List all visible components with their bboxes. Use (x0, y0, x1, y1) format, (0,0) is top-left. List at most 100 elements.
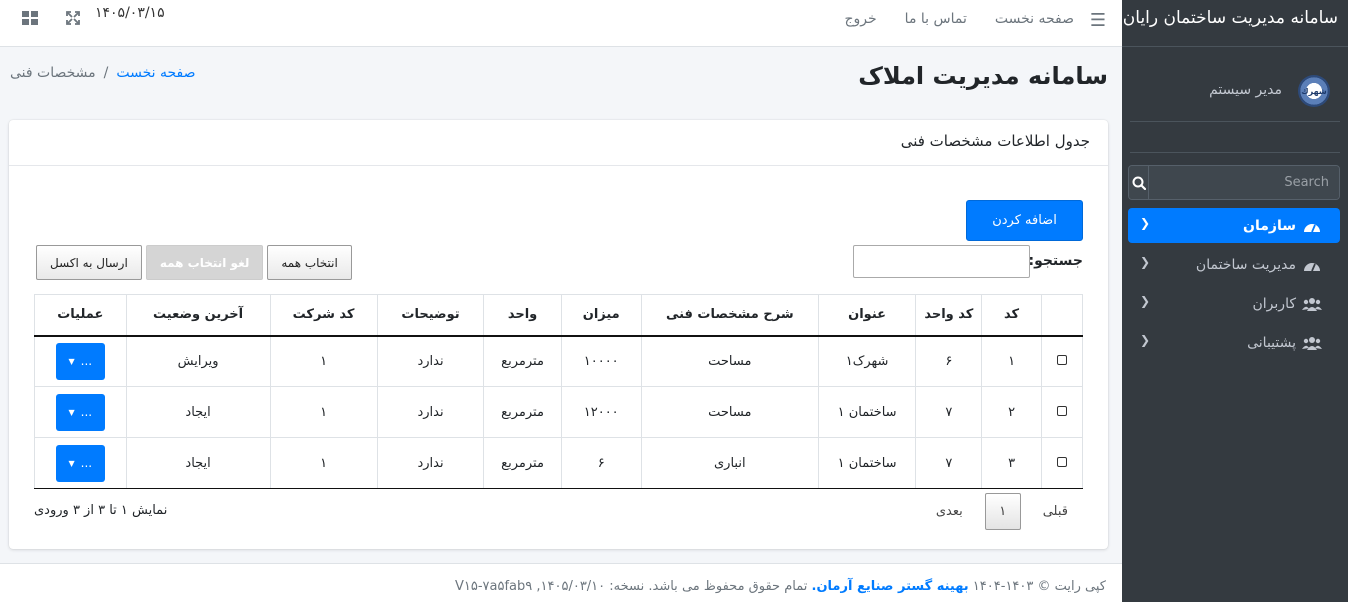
operations-dropdown-button[interactable]: ▼... (55, 342, 105, 380)
sidebar-search (1128, 165, 1340, 200)
cell-spec-desc: انباری (640, 437, 819, 489)
footer-company-link[interactable]: بهینه گستر صنایع آرمان. (812, 579, 969, 594)
col-header-unit[interactable]: واحد (483, 294, 562, 337)
sidebar-item-label: مدیریت ساختمان (1195, 256, 1296, 273)
brand-title[interactable]: سامانه مدیریت ساختمان رایان (1122, 0, 1348, 47)
users-icon (1302, 336, 1322, 350)
cell-operations: ▼... (34, 437, 127, 489)
cell-amount: ۶ (560, 437, 642, 489)
cell-operations: ▼... (34, 335, 127, 387)
avatar[interactable]: شهرك (1298, 75, 1330, 107)
pagination-next[interactable]: بعدی (936, 504, 963, 519)
chevron-left-icon: ❮ (1140, 255, 1151, 269)
cell-description: ندارد (376, 335, 485, 387)
sidebar-nav: سازمان ❮ مدیریت ساختمان ❮ کاربران ❮ پشتی… (1128, 208, 1340, 364)
deselect-all-button[interactable]: لغو انتخاب همه (145, 245, 264, 280)
table-row[interactable]: ۱ ۶ شهرک۱ مساحت ۱۰۰۰۰ مترمربع ندارد ۱ وی… (34, 335, 1084, 387)
cell-title: شهرک۱ (817, 335, 917, 387)
sidebar-item-building-management[interactable]: مدیریت ساختمان ❮ (1128, 247, 1340, 282)
tech-specs-card: جدول اطلاعات مشخصات فنی اضافه کردن جستجو… (9, 120, 1108, 549)
col-header-select (1040, 294, 1084, 337)
col-header-amount[interactable]: میزان (560, 294, 642, 337)
cell-last-status: ویرایش (125, 335, 271, 387)
cell-last-status: ایجاد (125, 437, 271, 489)
breadcrumb-home[interactable]: صفحه نخست (116, 65, 195, 81)
pagination-previous[interactable]: قبلی (1043, 504, 1068, 519)
pagination-page-1[interactable]: ۱ (984, 493, 1021, 530)
cell-title: ساختمان ۱ (817, 437, 917, 489)
breadcrumb-current: مشخصات فنی (10, 65, 96, 81)
sidebar-item-label: کاربران (1252, 295, 1296, 312)
operations-dropdown-button[interactable]: ▼... (55, 444, 105, 482)
row-checkbox[interactable] (1056, 405, 1067, 416)
top-navbar: ☰ صفحه نخست تماس با ما خروج ۱۴۰۵/۰۳/۱۵ (0, 0, 1122, 47)
cell-code: ۱ (981, 335, 1042, 387)
cell-last-status: ایجاد (125, 386, 271, 438)
cell-company-code: ۱ (269, 335, 378, 387)
sidebar-search-input[interactable] (1149, 166, 1339, 199)
apps-grid-icon[interactable] (22, 11, 38, 29)
cell-spec-desc: مساحت (640, 335, 819, 387)
row-checkbox[interactable] (1056, 354, 1067, 365)
menu-toggle-icon[interactable]: ☰ (1090, 10, 1106, 31)
breadcrumb: صفحه نخست / مشخصات فنی (10, 65, 196, 81)
nav-link-logout[interactable]: خروج (844, 11, 876, 27)
table-header-row: کد کد واحد عنوان شرح مشخصات فنی میزان وا… (34, 294, 1084, 337)
row-checkbox[interactable] (1056, 456, 1067, 467)
cell-company-code: ۱ (269, 386, 378, 438)
sidebar: سامانه مدیریت ساختمان رایان شهرك مدیر سی… (1122, 0, 1348, 602)
cell-unit: مترمربع (483, 386, 562, 438)
nav-link-contact[interactable]: تماس با ما (905, 11, 967, 27)
current-date: ۱۴۰۵/۰۳/۱۵ (95, 5, 165, 21)
operations-label: ... (80, 405, 93, 419)
table-row[interactable]: ۳ ۷ ساختمان ۱ انباری ۶ مترمربع ندارد ۱ ا… (34, 437, 1084, 489)
pagination: قبلی ۱ بعدی (936, 493, 1068, 530)
col-header-last-status[interactable]: آخرین وضعیت (125, 294, 271, 337)
cell-operations: ▼... (34, 386, 127, 438)
cell-unit-code: ۶ (915, 335, 983, 387)
caret-down-icon: ▼ (68, 458, 75, 468)
export-excel-button[interactable]: ارسال به اکسل (36, 245, 142, 280)
cell-unit: مترمربع (483, 335, 562, 387)
row-checkbox-cell (1040, 335, 1084, 387)
cell-code: ۲ (981, 386, 1042, 438)
sidebar-item-support[interactable]: پشتیبانی ❮ (1128, 325, 1340, 360)
sidebar-item-label: پشتیبانی (1247, 334, 1296, 351)
nav-link-home[interactable]: صفحه نخست (995, 11, 1074, 27)
chevron-left-icon: ❮ (1140, 333, 1151, 347)
operations-dropdown-button[interactable]: ▼... (55, 393, 105, 431)
operations-label: ... (80, 456, 93, 470)
add-button[interactable]: اضافه کردن (966, 200, 1083, 241)
page-title: سامانه مدیریت املاک (858, 62, 1108, 90)
dashboard-icon (1302, 219, 1322, 233)
col-header-spec-desc[interactable]: شرح مشخصات فنی (640, 294, 819, 337)
col-header-title[interactable]: عنوان (817, 294, 917, 337)
col-header-company-code[interactable]: کد شرکت (269, 294, 378, 337)
footer-copyright: کپی رایت © ۱۴۰۳-۱۴۰۴ (972, 579, 1106, 594)
cell-unit-code: ۷ (915, 437, 983, 489)
search-button[interactable] (1129, 166, 1149, 199)
col-header-description[interactable]: توضیحات (376, 294, 485, 337)
footer: کپی رایت © ۱۴۰۳-۱۴۰۴ بهینه گستر صنایع آر… (0, 563, 1122, 602)
fullscreen-icon[interactable] (66, 11, 80, 29)
search-icon (1132, 176, 1146, 190)
table-row[interactable]: ۲ ۷ ساختمان ۱ مساحت ۱۲۰۰۰ مترمربع ندارد … (34, 386, 1084, 438)
cell-title: ساختمان ۱ (817, 386, 917, 438)
cell-company-code: ۱ (269, 437, 378, 489)
avatar-logo-text: شهرك (1301, 86, 1327, 96)
col-header-code[interactable]: کد (981, 294, 1042, 337)
top-links: صفحه نخست تماس با ما خروج (844, 11, 1074, 27)
caret-down-icon: ▼ (68, 356, 75, 366)
col-header-unit-code[interactable]: کد واحد (915, 294, 983, 337)
sidebar-item-users[interactable]: کاربران ❮ (1128, 286, 1340, 321)
sidebar-item-organization[interactable]: سازمان ❮ (1128, 208, 1340, 243)
select-all-button[interactable]: انتخاب همه (267, 245, 352, 280)
user-name[interactable]: مدیر سیستم (1209, 82, 1282, 98)
dashboard-icon (1302, 258, 1322, 272)
row-checkbox-cell (1040, 437, 1084, 489)
breadcrumb-separator: / (103, 65, 109, 81)
tech-specs-table: کد کد واحد عنوان شرح مشخصات فنی میزان وا… (34, 294, 1084, 489)
table-search-input[interactable] (853, 245, 1030, 278)
cell-description: ندارد (376, 437, 485, 489)
search-label: جستجو: (1028, 253, 1083, 269)
